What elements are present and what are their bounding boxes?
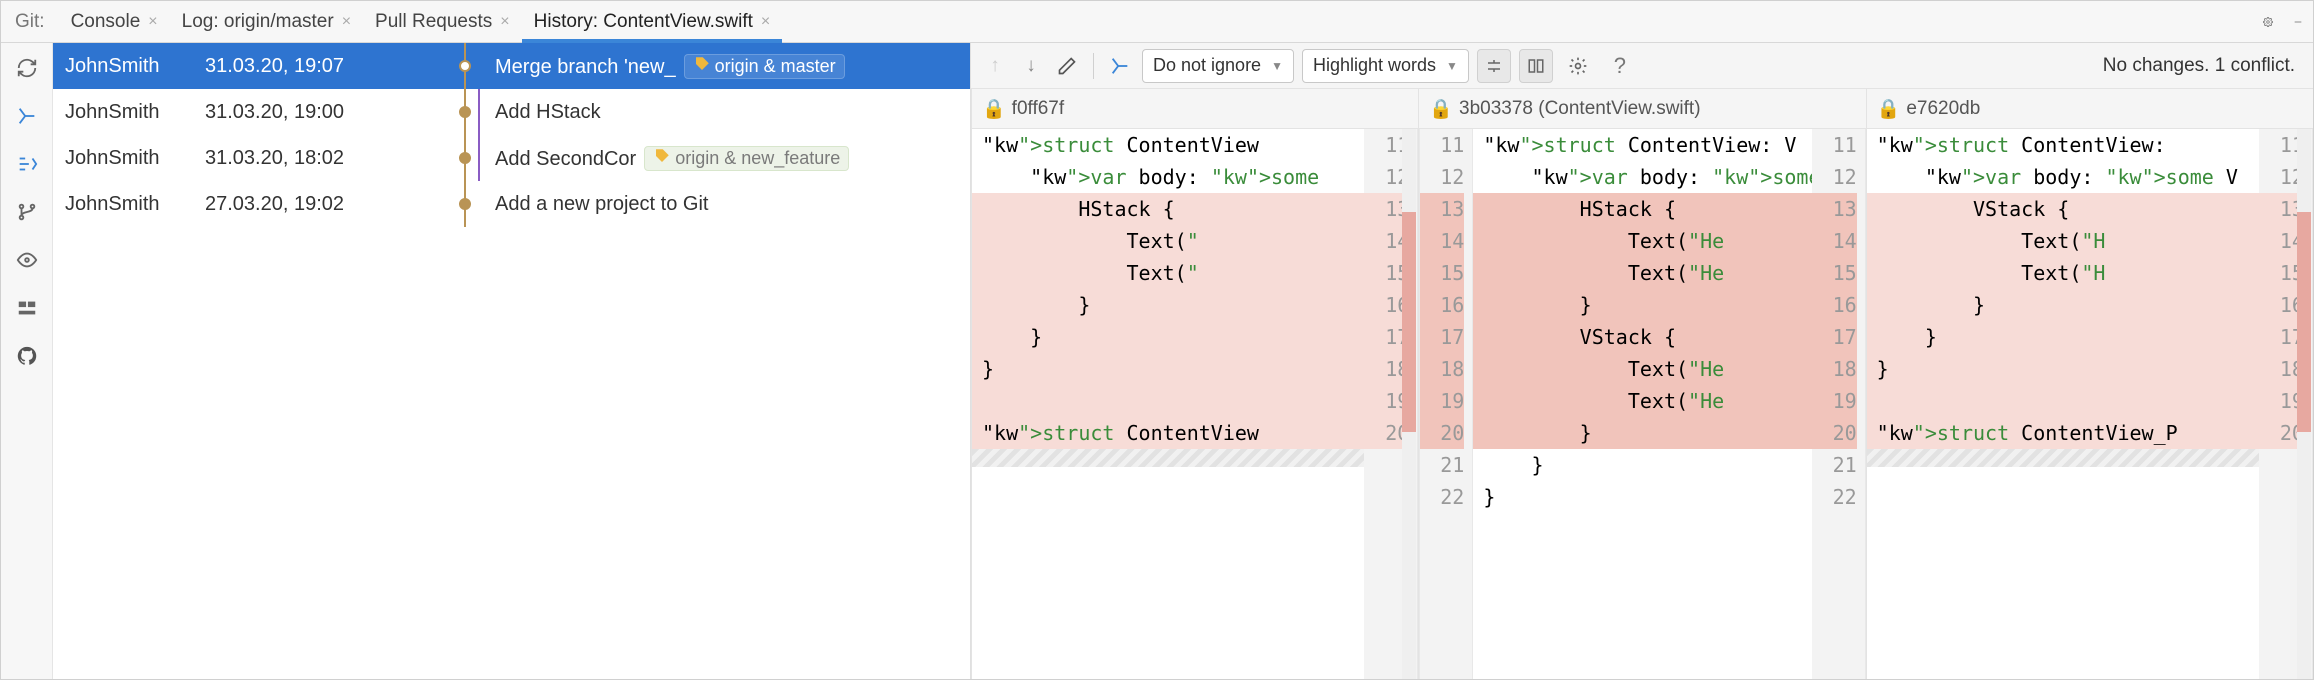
commit-author: JohnSmith xyxy=(65,147,205,170)
revision-hash: e7620db xyxy=(1906,98,1980,120)
ignore-label: Do not ignore xyxy=(1153,55,1261,76)
commit-graph-node xyxy=(455,135,495,181)
close-icon[interactable]: × xyxy=(148,13,157,31)
lock-icon: 🔒 xyxy=(1877,97,1901,121)
commit-message: Add HStack xyxy=(495,101,970,124)
diff-toolbar: ↑ ↓ Do not ignore ▼ Highlight words ▼ ? xyxy=(971,43,2313,89)
code-body[interactable]: 111213141516171819202122"kw">struct Cont… xyxy=(1419,129,1865,679)
commit-author: JohnSmith xyxy=(65,55,205,78)
close-icon[interactable]: × xyxy=(342,13,351,31)
git-label: Git: xyxy=(9,11,59,33)
commit-author: JohnSmith xyxy=(65,101,205,124)
tab-history-contentview-swift[interactable]: History: ContentView.swift × xyxy=(522,1,783,42)
highlight-mode-dropdown[interactable]: Highlight words ▼ xyxy=(1302,49,1469,83)
commit-message: Add a new project to Git xyxy=(495,193,970,216)
commit-date: 31.03.20, 19:00 xyxy=(205,101,455,124)
commit-date: 31.03.20, 19:07 xyxy=(205,55,455,78)
commit-date: 27.03.20, 19:02 xyxy=(205,193,455,216)
branch-badge: origin & master xyxy=(684,54,845,79)
diff-area: ↑ ↓ Do not ignore ▼ Highlight words ▼ ? xyxy=(971,43,2313,679)
tag-icon xyxy=(693,55,711,78)
branch-icon[interactable] xyxy=(12,197,42,227)
refresh-icon[interactable] xyxy=(12,53,42,83)
tabs-bar: Git: Console×Log: origin/master×Pull Req… xyxy=(1,1,2313,43)
tab-log-origin-master[interactable]: Log: origin/master × xyxy=(170,1,363,42)
diff-column: 🔒 3b03378 (ContentView.swift) 111213141516… xyxy=(1418,89,1865,679)
code-lines: "kw">struct ContentView: V "kw">var body… xyxy=(1473,129,1811,679)
close-icon[interactable]: × xyxy=(500,13,509,31)
line-gutter: 111213141516171819202122 xyxy=(1812,129,1866,679)
tab-label: Console xyxy=(71,11,141,33)
left-toolbar xyxy=(1,43,53,679)
help-icon[interactable]: ? xyxy=(1603,49,1637,83)
chevron-down-icon: ▼ xyxy=(1271,59,1283,73)
tab-label: Pull Requests xyxy=(375,11,492,33)
apply-nonconflict-icon[interactable] xyxy=(1106,52,1134,80)
commit-date: 31.03.20, 18:02 xyxy=(205,147,455,170)
diff-column-header: 🔒 f0ff67f xyxy=(972,89,1418,129)
commit-graph-node xyxy=(455,89,495,135)
commit-row[interactable]: JohnSmith27.03.20, 19:02 Add a new projec… xyxy=(53,181,970,227)
eye-icon[interactable] xyxy=(12,245,42,275)
code-body[interactable]: "kw">struct ContentView "kw">var body: "… xyxy=(972,129,1418,679)
minimap[interactable] xyxy=(1402,129,1416,679)
minimap[interactable] xyxy=(2297,129,2311,679)
revision-hash: 3b03378 (ContentView.swift) xyxy=(1459,98,1701,120)
chevron-down-icon: ▼ xyxy=(1446,59,1458,73)
commit-row[interactable]: JohnSmith31.03.20, 19:07 Merge branch 'ne… xyxy=(53,43,970,89)
commit-message: Merge branch 'new_origin & master xyxy=(495,54,970,79)
tab-label: History: ContentView.swift xyxy=(534,11,753,33)
diff-settings-icon[interactable] xyxy=(1561,49,1595,83)
minimize-icon[interactable] xyxy=(2283,7,2313,37)
revision-hash: f0ff67f xyxy=(1012,98,1064,120)
commit-row[interactable]: JohnSmith31.03.20, 18:02 Add SecondCorori… xyxy=(53,135,970,181)
tab-pull-requests[interactable]: Pull Requests × xyxy=(363,1,522,42)
layout-icon[interactable] xyxy=(12,293,42,323)
code-body[interactable]: "kw">struct ContentView: "kw">var body: … xyxy=(1867,129,2313,679)
gear-icon[interactable] xyxy=(2253,7,2283,37)
sync-scroll-icon[interactable] xyxy=(1519,49,1553,83)
next-diff-icon[interactable]: ↓ xyxy=(1017,52,1045,80)
lock-icon: 🔒 xyxy=(1429,97,1453,121)
diff-status-text: No changes. 1 conflict. xyxy=(2103,55,2303,77)
line-gutter: 111213141516171819202122 xyxy=(1419,129,1473,679)
tab-console[interactable]: Console × xyxy=(59,1,170,42)
tab-label: Log: origin/master xyxy=(182,11,334,33)
diff-column-header: 🔒e7620db xyxy=(1867,89,2313,129)
commit-row[interactable]: JohnSmith31.03.20, 19:00 Add HStack xyxy=(53,89,970,135)
collapse-unchanged-icon[interactable] xyxy=(1477,49,1511,83)
tag-icon xyxy=(653,147,671,170)
diff-column-header: 🔒 3b03378 (ContentView.swift) xyxy=(1419,89,1865,129)
code-lines: "kw">struct ContentView "kw">var body: "… xyxy=(972,129,1364,679)
diff-column: 🔒 f0ff67f "kw">struct ContentView "kw">var… xyxy=(971,89,1418,679)
commit-graph-node xyxy=(455,181,495,227)
commit-graph-node xyxy=(455,43,495,89)
merge-into-icon[interactable] xyxy=(12,101,42,131)
diff-column: 🔒e7620db"kw">struct ContentView: "kw">va… xyxy=(1866,89,2313,679)
lock-icon: 🔒 xyxy=(982,97,1006,121)
code-lines: "kw">struct ContentView: "kw">var body: … xyxy=(1867,129,2259,679)
branch-badge: origin & new_feature xyxy=(644,146,849,171)
commit-history-panel: JohnSmith31.03.20, 19:07Merge branch 'ne… xyxy=(53,43,971,679)
highlight-label: Highlight words xyxy=(1313,55,1436,76)
commit-message: Add SecondCororigin & new_feature xyxy=(495,146,970,171)
merge-lines-icon[interactable] xyxy=(12,149,42,179)
ignore-whitespace-dropdown[interactable]: Do not ignore ▼ xyxy=(1142,49,1294,83)
commit-author: JohnSmith xyxy=(65,193,205,216)
edit-icon[interactable] xyxy=(1053,52,1081,80)
close-icon[interactable]: × xyxy=(761,13,770,31)
github-icon[interactable] xyxy=(12,341,42,371)
prev-diff-icon[interactable]: ↑ xyxy=(981,52,1009,80)
